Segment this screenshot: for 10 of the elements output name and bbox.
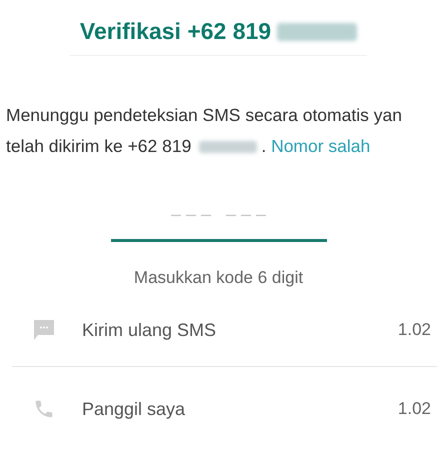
countdown-time: 1.02 xyxy=(398,399,431,419)
code-hint: Masukkan kode 6 digit xyxy=(132,268,304,288)
countdown-time: 1.02 xyxy=(398,320,431,340)
action-label[interactable]: Kirim ulang SMS xyxy=(82,320,216,340)
code-input-field[interactable]: – – – – – – xyxy=(110,198,326,242)
action-label[interactable]: Panggil saya xyxy=(82,398,186,420)
message-icon xyxy=(33,319,55,341)
phone-icon xyxy=(33,398,55,420)
screen-title: Verifikasi +62 819 xyxy=(80,18,272,45)
message-text: Menunggu pendeteksian SMS secara otomatis yan telah dikirim ke +62 819 . Nomor salah xyxy=(6,104,403,158)
